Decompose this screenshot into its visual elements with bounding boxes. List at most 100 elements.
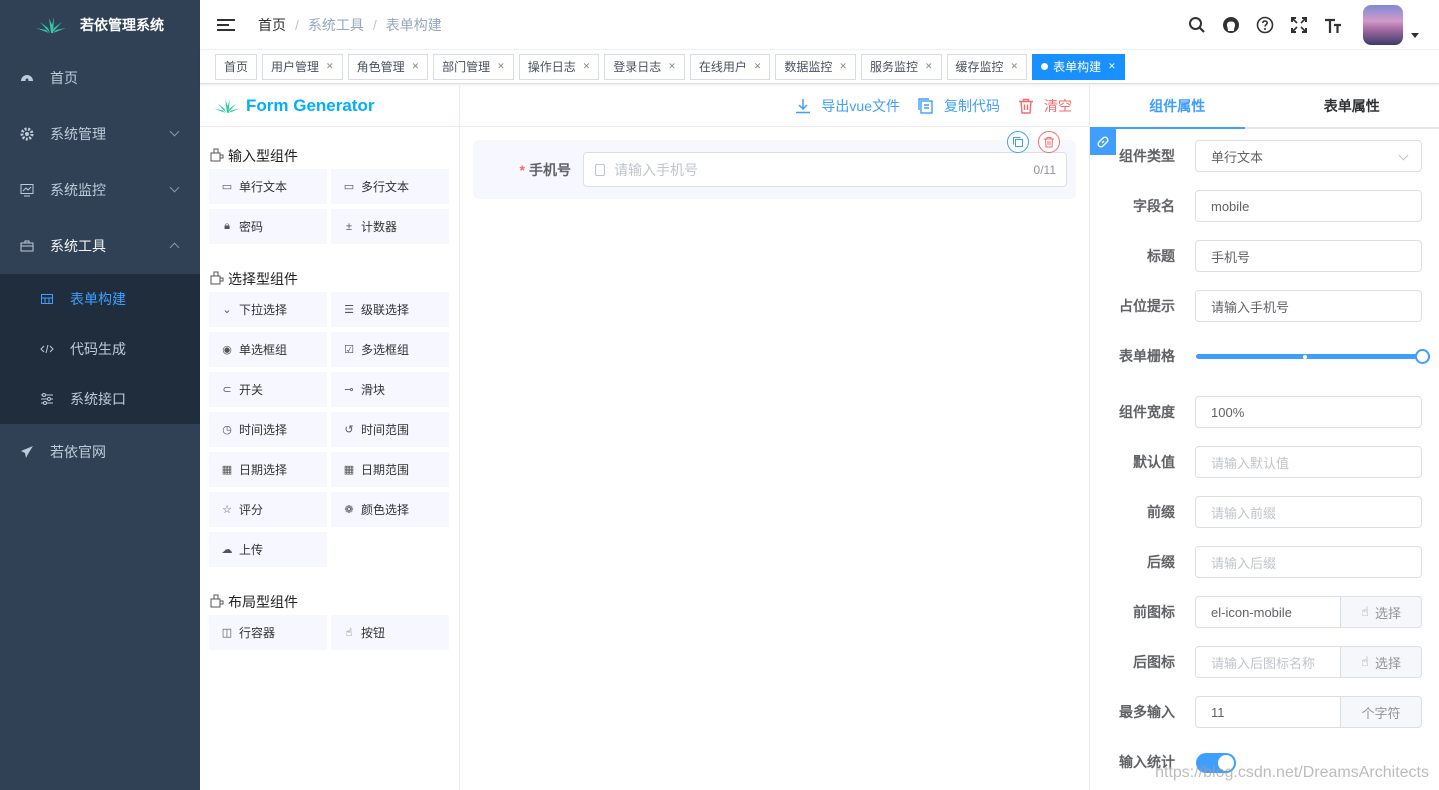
tab-component-props[interactable]: 组件属性 <box>1090 85 1265 127</box>
select-suffix-icon-button[interactable]: ☝ 选择 <box>1341 646 1422 678</box>
close-icon[interactable]: ✕ <box>839 61 847 72</box>
gear-icon <box>20 127 34 141</box>
prefix-input[interactable]: 请输入前缀 <box>1195 496 1422 528</box>
close-icon[interactable]: ✕ <box>326 61 334 72</box>
breadcrumb: 首页 / 系统工具 / 表单构建 <box>258 15 442 35</box>
span-slider[interactable] <box>1196 354 1422 359</box>
placeholder-input[interactable]: 请输入手机号 <box>1195 290 1422 322</box>
close-icon[interactable]: ✕ <box>583 61 591 72</box>
component-item[interactable]: ▦ 日期范围 <box>331 452 449 487</box>
component-label: 时间范围 <box>361 423 410 437</box>
component-item[interactable]: ☆ 评分 <box>209 492 327 527</box>
component-item[interactable]: ⊂ 开关 <box>209 372 327 407</box>
component-item[interactable]: ▭ 多行文本 <box>331 169 449 204</box>
tag-item[interactable]: 登录日志 ✕ <box>604 53 685 80</box>
sidebar-item-monitor[interactable]: 系统监控 <box>0 162 200 218</box>
upload-icon: ☁ <box>221 544 233 556</box>
sidebar-item-website[interactable]: 若依官网 <box>0 424 200 480</box>
field-label-text: 手机号 <box>529 161 571 178</box>
caret-down-icon[interactable] <box>1411 32 1419 38</box>
close-icon[interactable]: ✕ <box>925 61 933 72</box>
default-value-input[interactable]: 请输入默认值 <box>1195 446 1422 478</box>
export-vue-button[interactable]: 导出vue文件 <box>795 96 900 116</box>
mobile-input[interactable]: 请输入手机号 0/11 <box>583 152 1067 187</box>
sidebar-item-system[interactable]: 系统管理 <box>0 106 200 162</box>
prop-label: 默认值 <box>1133 454 1175 470</box>
copy-item-button[interactable] <box>1007 131 1029 153</box>
component-item[interactable]: ↺ 时间范围 <box>331 412 449 447</box>
prefix-icon-input[interactable]: el-icon-mobile <box>1195 596 1341 628</box>
component-item[interactable]: ◉ 单选框组 <box>209 332 327 367</box>
component-label: 多行文本 <box>361 180 410 194</box>
component-item[interactable]: ☁ 上传 <box>209 532 327 567</box>
prop-label: 组件类型 <box>1119 148 1175 164</box>
unit-label: 个字符 <box>1361 705 1401 721</box>
input-icon: ▭ <box>221 181 233 193</box>
component-item[interactable]: ▦ 日期选择 <box>209 452 327 487</box>
component-label: 计数器 <box>361 220 398 234</box>
tag-home[interactable]: 首页 <box>215 53 258 80</box>
title-input[interactable]: 手机号 <box>1195 240 1422 272</box>
close-icon[interactable]: ✕ <box>412 61 420 72</box>
component-item[interactable]: ◷ 时间选择 <box>209 412 327 447</box>
hamburger-icon[interactable] <box>217 18 235 31</box>
field-name-input[interactable]: mobile <box>1195 190 1422 222</box>
tag-item[interactable]: 服务监控 ✕ <box>860 53 942 80</box>
component-item[interactable]: ☝ 按钮 <box>331 615 449 650</box>
component-item[interactable]: ◫ 行容器 <box>209 615 327 650</box>
tag-item[interactable]: 数据监控 ✕ <box>775 53 856 80</box>
maxlength-input[interactable]: 11 <box>1195 696 1341 728</box>
component-label: 颜色选择 <box>361 503 410 517</box>
textarea-icon: ▭ <box>343 181 355 193</box>
component-label: 上传 <box>239 543 264 557</box>
close-icon[interactable]: ✕ <box>668 61 676 72</box>
sidebar: 若依管理系统 首页 系统管理 系统监控 系统工具 表单构建 代码生成 系统接口 … <box>0 0 200 790</box>
tag-item[interactable]: 缓存监控 ✕ <box>946 53 1028 80</box>
sidebar-item-api[interactable]: 系统接口 <box>0 374 200 424</box>
component-item[interactable]: ⊸ 滑块 <box>331 372 449 407</box>
component-item[interactable]: ❁ 颜色选择 <box>331 492 449 527</box>
component-item[interactable]: ☰ 级联选择 <box>331 292 449 327</box>
component-item[interactable]: 🔒︎ 密码 <box>209 209 327 244</box>
slider-handle[interactable] <box>1415 349 1430 364</box>
component-item[interactable]: ⌄ 下拉选择 <box>209 292 327 327</box>
fullscreen-icon[interactable] <box>1289 15 1309 35</box>
tag-item[interactable]: 用户管理 ✕ <box>262 53 343 80</box>
tag-item[interactable]: 在线用户 ✕ <box>689 53 771 80</box>
component-grid: ◫ 行容器 ☝ 按钮 <box>200 615 459 650</box>
help-icon[interactable] <box>1255 15 1275 35</box>
sidebar-item-code-gen[interactable]: 代码生成 <box>0 324 200 374</box>
component-label: 开关 <box>239 383 264 397</box>
font-size-icon[interactable] <box>1323 15 1343 35</box>
tag-item[interactable]: 角色管理 ✕ <box>347 53 429 80</box>
component-type-select[interactable]: 单行文本 <box>1195 140 1422 172</box>
drawing-item[interactable]: * 手机号 请输入手机号 0/11 <box>473 140 1076 199</box>
clear-button[interactable]: 清空 <box>1018 96 1072 116</box>
github-icon[interactable] <box>1221 15 1241 35</box>
delete-item-button[interactable] <box>1038 131 1060 153</box>
component-item[interactable]: ☑ 多选框组 <box>331 332 449 367</box>
component-item[interactable]: ▭ 单行文本 <box>209 169 327 204</box>
close-icon[interactable]: ✕ <box>1108 61 1116 72</box>
width-input[interactable]: 100% <box>1195 396 1422 428</box>
suffix-icon-input[interactable]: 请输入后图标名称 <box>1195 646 1341 678</box>
select-prefix-icon-button[interactable]: ☝ 选择 <box>1341 596 1422 628</box>
search-icon[interactable] <box>1187 15 1207 35</box>
suffix-input[interactable]: 请输入后缀 <box>1195 546 1422 578</box>
tag-item-active[interactable]: 表单构建 ✕ <box>1032 53 1125 80</box>
sidebar-logo[interactable]: 若依管理系统 <box>0 0 200 50</box>
sidebar-item-form-build[interactable]: 表单构建 <box>0 274 200 324</box>
prop-label: 后图标 <box>1133 654 1175 670</box>
close-icon[interactable]: ✕ <box>497 61 505 72</box>
close-icon[interactable]: ✕ <box>1011 61 1019 72</box>
tag-item[interactable]: 部门管理 ✕ <box>433 53 514 80</box>
breadcrumb-item[interactable]: 首页 <box>258 15 286 35</box>
component-item[interactable]: ± 计数器 <box>331 209 449 244</box>
avatar[interactable] <box>1363 5 1403 45</box>
close-icon[interactable]: ✕ <box>754 61 762 72</box>
tag-item[interactable]: 操作日志 ✕ <box>518 53 600 80</box>
sidebar-item-tools[interactable]: 系统工具 <box>0 218 200 274</box>
copy-code-button[interactable]: 复制代码 <box>918 96 1000 116</box>
sidebar-item-home[interactable]: 首页 <box>0 50 200 106</box>
tab-form-props[interactable]: 表单属性 <box>1265 85 1439 127</box>
